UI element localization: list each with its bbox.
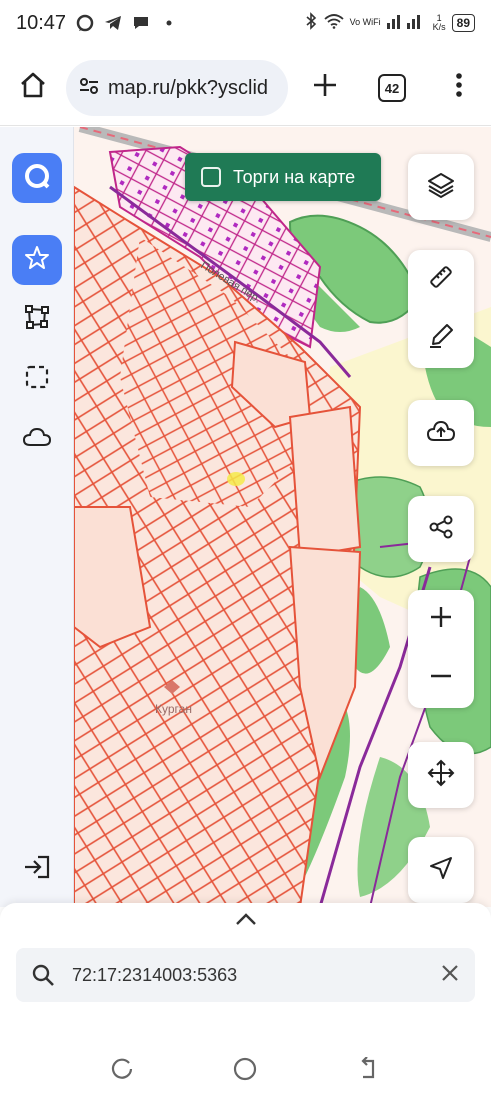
chevron-up-icon: [234, 912, 258, 931]
polygon-icon: [24, 304, 50, 335]
message-icon: [132, 14, 150, 32]
login-icon: [23, 854, 51, 885]
search-bottom-sheet: [0, 903, 491, 1050]
tabs-button[interactable]: 42: [378, 74, 406, 102]
search-icon: [30, 962, 56, 988]
move-icon: [427, 759, 455, 792]
status-time: 10:47: [16, 12, 67, 34]
app-logo-button[interactable]: [12, 153, 62, 203]
auctions-checkbox[interactable]: [201, 167, 221, 187]
home-icon: [19, 71, 47, 104]
app-logo-icon: [22, 161, 52, 196]
search-input[interactable]: [72, 964, 412, 986]
circle-home-icon: [232, 1056, 258, 1087]
share-icon: [428, 514, 454, 545]
select-area-icon: [24, 364, 50, 395]
wifi-icon: [324, 13, 344, 32]
locate-icon: [428, 855, 454, 886]
place-label: Курган: [155, 702, 192, 716]
recent-apps-button[interactable]: [106, 1054, 140, 1088]
locate-button[interactable]: [408, 837, 474, 903]
edit-icon[interactable]: [427, 322, 455, 355]
bluetooth-icon: [304, 12, 318, 33]
zoom-controls: [408, 590, 474, 708]
dot-icon: [160, 14, 178, 32]
signal-icon: [386, 13, 427, 32]
system-home-button[interactable]: [228, 1054, 262, 1088]
recent-apps-icon: [111, 1057, 135, 1086]
select-area-button[interactable]: [12, 354, 62, 404]
network-speed: 1 K/s: [432, 13, 446, 32]
home-button[interactable]: [14, 68, 52, 106]
telegram-icon: [104, 14, 122, 32]
close-icon: [441, 964, 459, 987]
address-bar[interactable]: map.ru/pkk?ysclid: [66, 60, 288, 116]
url-text: map.ru/pkk?ysclid: [108, 76, 269, 99]
upload-cloud-icon: [426, 418, 456, 449]
status-right: Vo WiFi 1 K/s 89: [304, 12, 475, 33]
draw-polygon-button[interactable]: [12, 294, 62, 344]
site-settings-icon[interactable]: [78, 75, 100, 102]
zoom-out-icon[interactable]: [428, 663, 454, 694]
status-bar: 10:47 Vo WiFi 1 K/s 89: [0, 0, 491, 50]
new-tab-button[interactable]: [306, 68, 344, 106]
share-button[interactable]: [408, 496, 474, 562]
browser-toolbar: map.ru/pkk?ysclid 42: [0, 50, 491, 126]
battery-indicator: 89: [451, 13, 475, 32]
favorites-button[interactable]: [12, 235, 62, 285]
move-button[interactable]: [408, 742, 474, 808]
auctions-toggle[interactable]: Торги на карте: [185, 153, 381, 201]
search-bar[interactable]: [16, 948, 475, 1002]
back-button[interactable]: [350, 1054, 384, 1088]
cloud-icon: [22, 426, 52, 453]
expand-sheet-handle[interactable]: [232, 911, 260, 931]
ruler-icon[interactable]: [427, 263, 455, 296]
zoom-in-icon[interactable]: [428, 604, 454, 635]
selected-parcel-marker[interactable]: [227, 472, 245, 486]
system-navigation-bar: [0, 1040, 491, 1100]
more-menu-button[interactable]: [440, 68, 478, 106]
speed-unit: K/s: [432, 21, 446, 32]
layers-button[interactable]: [408, 154, 474, 220]
network-label: Vo WiFi: [349, 17, 381, 27]
tools-group: [408, 250, 474, 368]
upload-button[interactable]: [408, 400, 474, 466]
left-toolbar: [0, 127, 74, 907]
layers-icon: [427, 171, 455, 204]
favorites-star-icon: [24, 245, 50, 276]
notification-icons: [76, 14, 178, 32]
plus-icon: [312, 72, 338, 103]
back-icon: [355, 1055, 379, 1086]
large-parcel-2: [288, 405, 362, 559]
chat-bubble-icon: [76, 14, 94, 32]
more-vert-icon: [455, 72, 463, 103]
auctions-label: Торги на карте: [233, 166, 356, 187]
login-button[interactable]: [12, 844, 62, 894]
clear-search-button[interactable]: [437, 962, 463, 988]
cloud-button[interactable]: [12, 414, 62, 464]
